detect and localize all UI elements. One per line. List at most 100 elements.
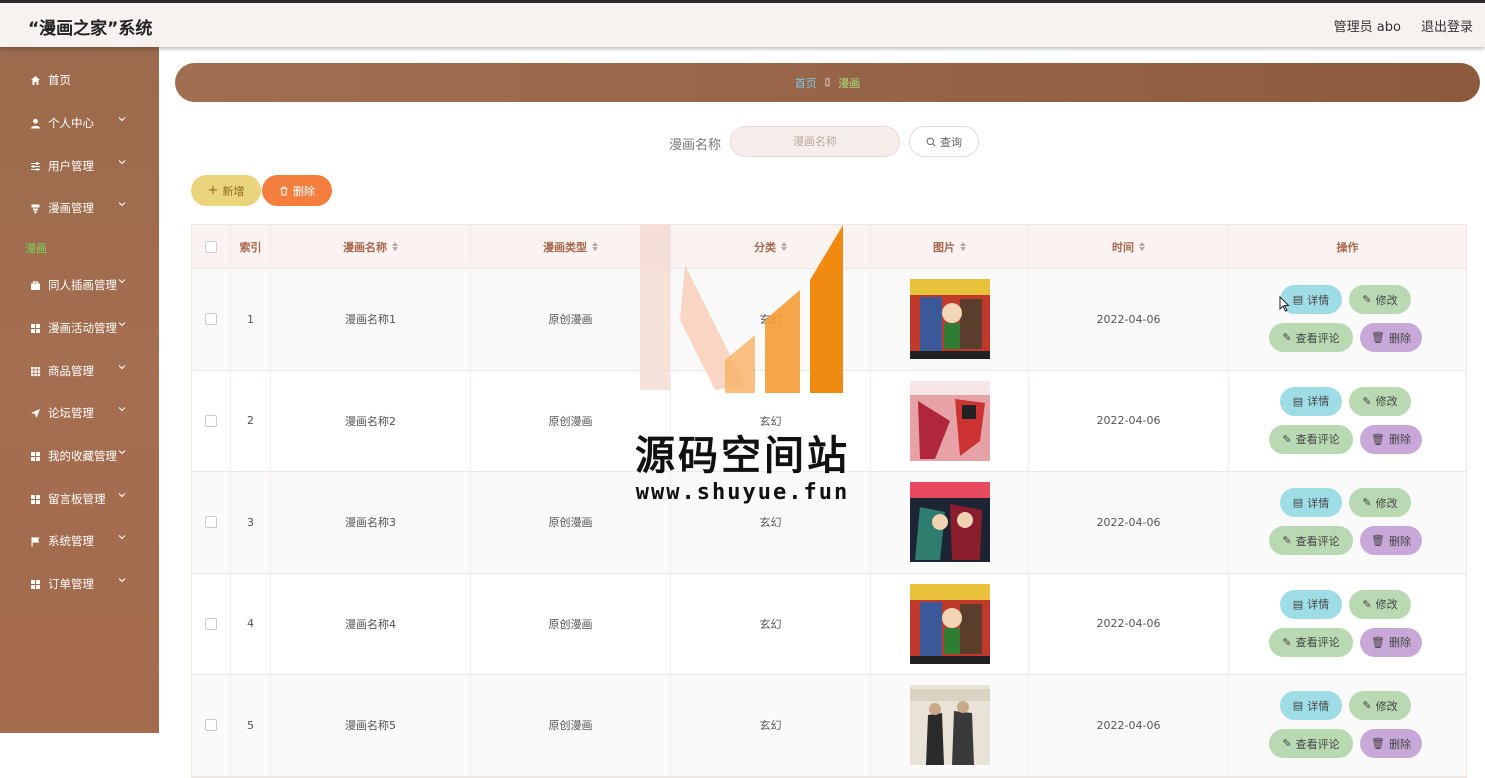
column-header-category[interactable]: 分类 [671, 225, 871, 268]
edit-button[interactable]: ✎ 修改 [1349, 386, 1411, 416]
column-header-image[interactable]: 图片 [871, 225, 1029, 268]
comic-cover-image[interactable] [909, 482, 990, 563]
sidebar-item-personal-center[interactable]: 个人中心 [0, 108, 159, 138]
edit-button[interactable]: ✎ 修改 [1349, 691, 1411, 720]
detail-button-label: 详情 [1307, 598, 1330, 611]
sidebar-item-label: 同人插画管理 [48, 278, 117, 292]
comic-cover-image[interactable] [909, 583, 990, 664]
document-icon: ▤ [1292, 699, 1304, 712]
view-comments-button-label: 查看评论 [1295, 737, 1340, 751]
sidebar-item-user-management[interactable]: 用户管理 [0, 151, 159, 181]
comic-cover-image[interactable] [909, 685, 990, 766]
row-delete-button[interactable]: 🗑 删除 [1360, 729, 1422, 758]
column-header-label: 漫画类型 [543, 240, 587, 254]
column-header-label: 分类 [754, 240, 776, 254]
row-checkbox[interactable] [205, 617, 217, 630]
row-delete-button[interactable]: 🗑 删除 [1360, 424, 1422, 454]
table-header: 索引 漫画名称 漫画类型 分类 图片 时间 操作 [192, 225, 1466, 269]
batch-delete-button[interactable]: 删除 [262, 175, 332, 206]
cell-name: 漫画名称3 [271, 472, 471, 573]
edit-button[interactable]: ✎ 修改 [1349, 285, 1411, 314]
cell-time: 2022-04-06 [1029, 269, 1229, 370]
sidebar-item-label: 漫画活动管理 [48, 321, 117, 335]
detail-button[interactable]: ▤ 详情 [1280, 386, 1342, 416]
column-header-time[interactable]: 时间 [1029, 225, 1229, 268]
detail-button[interactable]: ▤ 详情 [1280, 691, 1342, 720]
detail-button[interactable]: ▤ 详情 [1280, 589, 1342, 619]
row-checkbox-cell [192, 675, 231, 776]
cell-name: 漫画名称1 [271, 269, 471, 370]
sort-icon [592, 242, 598, 251]
document-icon: ▤ [1292, 597, 1304, 611]
sidebar-item-label: 商品管理 [48, 364, 94, 378]
chevron-down-icon [118, 535, 126, 540]
query-button[interactable]: 查询 [909, 126, 979, 157]
chevron-down-icon [118, 493, 126, 498]
pencil-icon: ✎ [1362, 496, 1372, 509]
view-comments-button[interactable]: ✎ 查看评论 [1269, 526, 1353, 555]
view-comments-button[interactable]: ✎ 查看评论 [1269, 627, 1353, 657]
admin-user-label[interactable]: 管理员 abo [1334, 16, 1401, 35]
comic-cover-image[interactable] [909, 380, 990, 461]
sidebar-item-goods-management[interactable]: 商品管理 [0, 356, 159, 386]
bag-icon [30, 280, 41, 291]
edit-button[interactable]: ✎ 修改 [1349, 589, 1411, 619]
view-comments-button-label: 查看评论 [1295, 636, 1340, 649]
row-checkbox[interactable] [205, 719, 217, 732]
row-checkbox-cell [192, 472, 231, 573]
detail-button-label: 详情 [1307, 293, 1330, 307]
cell-ops: ▤ 详情 ✎ 修改 ✎ 查看评论 🗑 删除 [1227, 574, 1466, 675]
view-comments-button[interactable]: ✎ 查看评论 [1269, 424, 1353, 454]
view-comments-button[interactable]: ✎ 查看评论 [1269, 323, 1353, 352]
sidebar-item-comic-event-management[interactable]: 漫画活动管理 [0, 313, 159, 343]
row-checkbox[interactable] [205, 414, 217, 427]
row-checkbox[interactable] [205, 516, 217, 529]
select-all-checkbox[interactable] [205, 240, 217, 253]
view-comments-button-label: 查看评论 [1295, 331, 1340, 345]
row-delete-button[interactable]: 🗑 删除 [1360, 526, 1422, 555]
sidebar-item-comic-management[interactable]: 漫画管理 [0, 193, 159, 223]
select-all-cell [192, 225, 231, 268]
column-header-name[interactable]: 漫画名称 [271, 225, 471, 268]
sidebar-item-forum-management[interactable]: 论坛管理 [0, 398, 159, 428]
chevron-down-icon [118, 202, 126, 207]
sidebar-subitem-comic[interactable]: 漫画 [25, 240, 47, 256]
trash-icon: 🗑 [1371, 737, 1385, 750]
table-row: 4 漫画名称4 原创漫画 玄幻 2022-04-06 ▤ 详情 ✎ 修改 ✎ 查看评论… [192, 573, 1466, 675]
view-comments-button[interactable]: ✎ 查看评论 [1269, 729, 1353, 758]
add-button[interactable]: + 新增 [191, 175, 261, 206]
cell-category: 玄幻 [671, 573, 871, 674]
detail-button[interactable]: ▤ 详情 [1280, 488, 1342, 517]
comic-cover-image[interactable] [909, 279, 990, 360]
sidebar-item-message-board-management[interactable]: 留言板管理 [0, 484, 159, 514]
sidebar-item-fan-art-management[interactable]: 同人插画管理 [0, 270, 159, 300]
search-input[interactable] [730, 126, 900, 157]
trash-icon: 🗑 [1371, 331, 1385, 344]
pencil-icon: ✎ [1282, 534, 1292, 547]
row-checkbox[interactable] [205, 313, 217, 326]
row-checkbox-cell [192, 573, 231, 674]
edit-button[interactable]: ✎ 修改 [1349, 488, 1411, 517]
column-header-label: 图片 [933, 240, 955, 254]
row-delete-button[interactable]: 🗑 删除 [1360, 627, 1422, 657]
cup-icon [30, 203, 41, 214]
chevron-down-icon [118, 450, 126, 455]
sidebar-item-label: 用户管理 [48, 159, 94, 173]
cell-index: 1 [231, 269, 271, 370]
sidebar-item-home[interactable]: 首页 [0, 65, 159, 95]
sidebar-item-favorites-management[interactable]: 我的收藏管理 [0, 441, 159, 471]
column-header-type[interactable]: 漫画类型 [471, 225, 671, 268]
cell-image [871, 269, 1029, 370]
row-delete-button[interactable]: 🗑 删除 [1360, 323, 1422, 352]
logout-link[interactable]: 退出登录 [1421, 16, 1473, 35]
sidebar-item-order-management[interactable]: 订单管理 [0, 569, 159, 599]
query-button-label: 查询 [940, 135, 962, 149]
cell-type: 原创漫画 [471, 472, 671, 573]
add-button-label: 新增 [222, 184, 245, 198]
breadcrumb-home-link[interactable]: 首页 [795, 75, 817, 91]
cell-name: 漫画名称2 [271, 370, 471, 471]
breadcrumb-separator: ▯ [824, 77, 831, 88]
sidebar-item-system-management[interactable]: 系统管理 [0, 526, 159, 556]
sidebar: 首页 个人中心 用户管理 漫画管理 漫画 同人插画管理 漫画活动管理 商品管理 … [0, 47, 159, 733]
cell-time: 2022-04-06 [1029, 675, 1229, 776]
